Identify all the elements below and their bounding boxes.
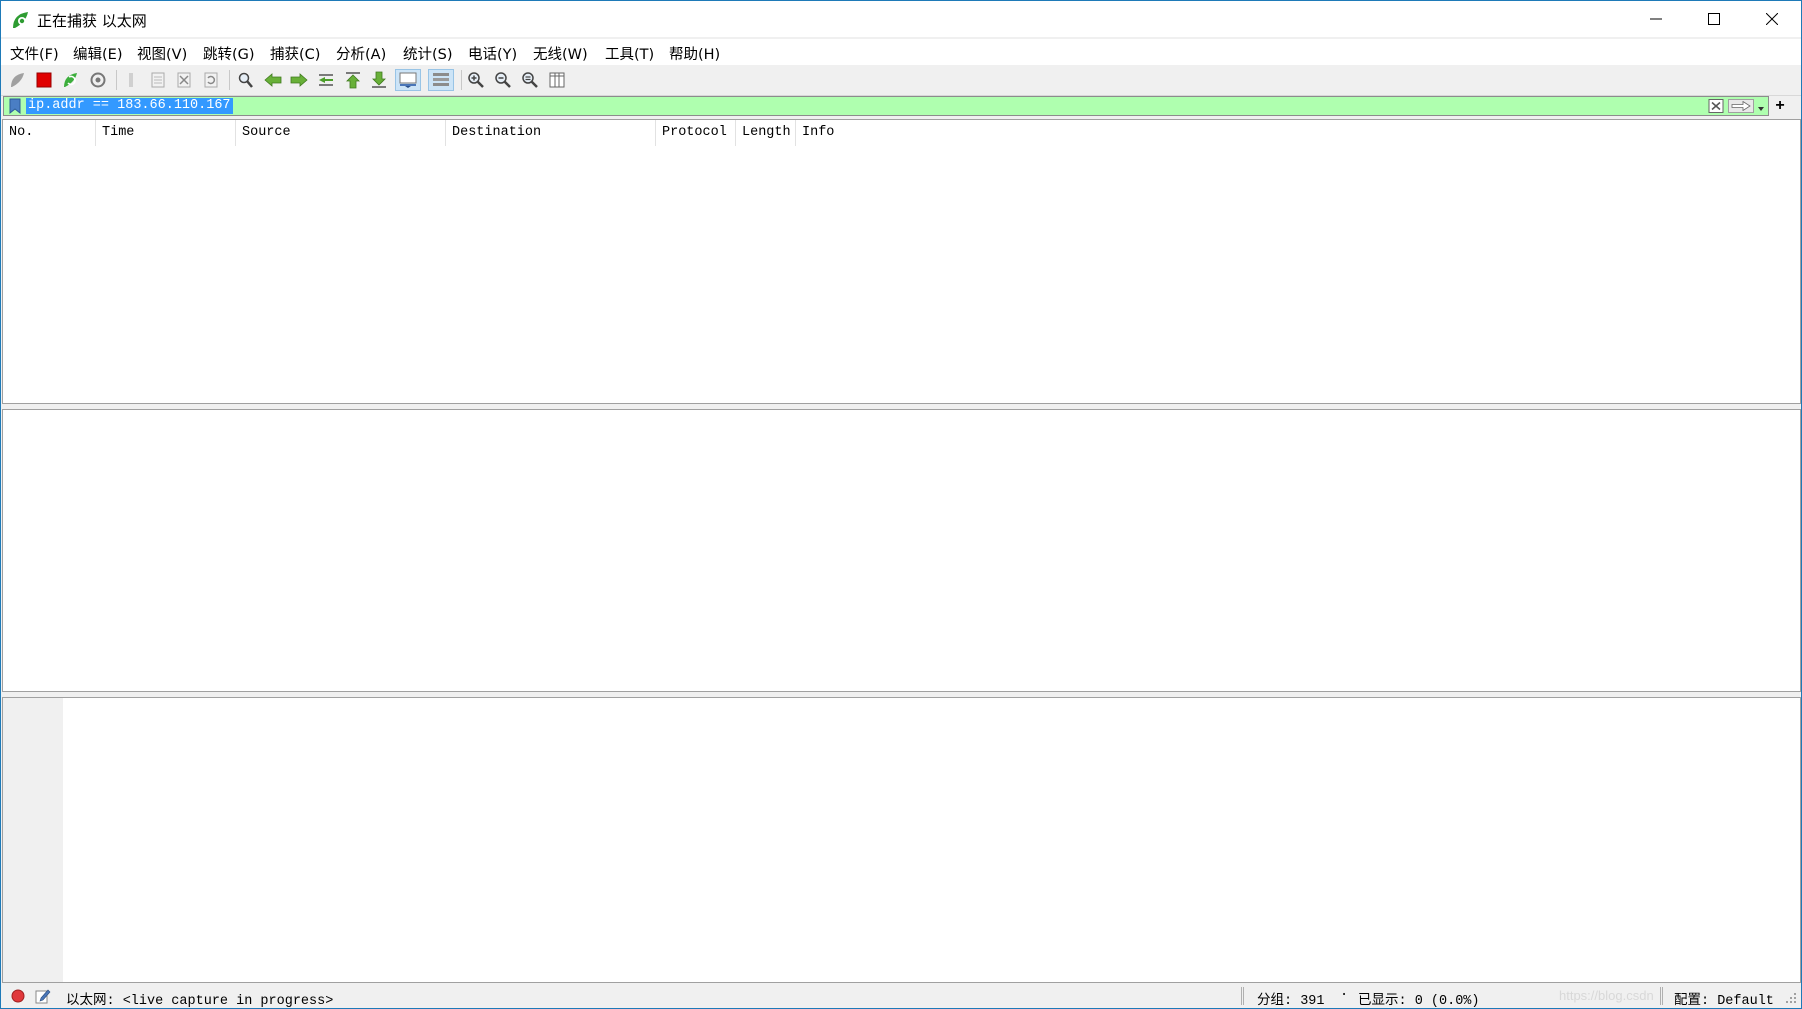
status-separator — [1241, 987, 1244, 1005]
window-title: 正在捕获 以太网 — [37, 12, 147, 30]
profile-text[interactable]: 配置: Default — [1674, 988, 1774, 1009]
menu-telephony[interactable]: 电话(Y) — [468, 43, 517, 64]
watermark-text: https://blog.csdn — [1559, 988, 1654, 1003]
packet-details-pane[interactable] — [2, 409, 1801, 692]
menu-view[interactable]: 视图(V) — [137, 43, 187, 64]
status-separator — [1660, 987, 1663, 1005]
column-header-destination[interactable]: Destination — [445, 120, 655, 146]
add-filter-button-plus-icon[interactable]: + — [1771, 96, 1789, 116]
packet-count-text: 分组: 391 — [1257, 994, 1325, 1009]
go-to-packet-icon[interactable] — [315, 69, 337, 91]
menu-capture[interactable]: 捕获(C) — [270, 43, 320, 64]
packet-bytes-pane[interactable] — [2, 697, 1801, 983]
start-capture-icon[interactable] — [7, 69, 29, 91]
column-header-time[interactable]: Time — [95, 120, 235, 146]
go-last-icon[interactable] — [368, 69, 390, 91]
resize-columns-icon[interactable] — [546, 69, 568, 91]
menu-analyze[interactable]: 分析(A) — [336, 43, 386, 64]
menu-go[interactable]: 跳转(G) — [203, 43, 255, 64]
expert-info-status-icon[interactable] — [11, 989, 25, 1008]
stop-capture-icon[interactable] — [33, 69, 55, 91]
menu-edit[interactable]: 编辑(E) — [73, 43, 122, 64]
menu-wireless[interactable]: 无线(W) — [533, 43, 588, 64]
wireshark-logo-icon — [11, 10, 31, 30]
apply-filter-arrow-icon[interactable] — [1728, 99, 1754, 113]
status-dot: · — [1340, 988, 1349, 1003]
menu-tools[interactable]: 工具(T) — [605, 43, 654, 64]
status-bar: 以太网: <live capture in progress> 分组: 391 … — [1, 984, 1801, 1009]
column-header-source[interactable]: Source — [235, 120, 445, 146]
bytes-offset-gutter — [3, 698, 63, 982]
capture-comment-edit-icon[interactable] — [35, 988, 51, 1009]
save-file-icon[interactable] — [147, 69, 169, 91]
main-toolbar — [1, 65, 1801, 96]
close-button[interactable] — [1743, 1, 1801, 37]
toolbar-separator — [116, 70, 117, 90]
column-header-protocol[interactable]: Protocol — [655, 120, 735, 146]
colorize-icon[interactable] — [428, 69, 454, 91]
capture-options-icon[interactable] — [87, 69, 109, 91]
column-header-no[interactable]: No. — [3, 120, 95, 146]
zoom-in-icon[interactable] — [465, 69, 487, 91]
column-header-length[interactable]: Length — [735, 120, 795, 146]
zoom-out-icon[interactable] — [492, 69, 514, 91]
capture-status-text: 以太网: <live capture in progress> — [66, 994, 334, 1009]
go-back-icon[interactable] — [262, 69, 284, 91]
filter-history-chevron-down-icon[interactable] — [1756, 101, 1766, 111]
column-header-info[interactable]: Info — [795, 120, 995, 146]
resize-grip-icon[interactable] — [1785, 992, 1797, 1009]
toolbar-separator — [461, 70, 462, 90]
wireshark-window: 正在捕获 以太网 文件(F) 编辑(E) 视图(V) 跳转(G) 捕获(C) 分… — [0, 0, 1802, 1009]
filter-bookmark-icon[interactable] — [8, 98, 22, 115]
display-filter-input[interactable]: ip.addr == 183.66.110.167 — [26, 98, 233, 114]
clear-filter-icon[interactable] — [1708, 99, 1724, 113]
find-packet-icon[interactable] — [235, 69, 257, 91]
display-filter-bar: ip.addr == 183.66.110.167 — [3, 96, 1769, 116]
menu-bar: 文件(F) 编辑(E) 视图(V) 跳转(G) 捕获(C) 分析(A) 统计(S… — [1, 39, 1801, 65]
normal-size-icon[interactable] — [519, 69, 541, 91]
packet-list-pane[interactable]: No. Time Source Destination Protocol Len… — [2, 119, 1801, 404]
go-first-icon[interactable] — [342, 69, 364, 91]
minimize-button[interactable] — [1627, 1, 1685, 37]
toolbar-separator — [229, 70, 230, 90]
restart-capture-icon[interactable] — [60, 69, 82, 91]
title-bar[interactable]: 正在捕获 以太网 — [1, 1, 1801, 37]
menu-statistics[interactable]: 统计(S) — [403, 43, 453, 64]
menu-file[interactable]: 文件(F) — [10, 43, 59, 64]
open-file-icon[interactable] — [120, 69, 142, 91]
autoscroll-icon[interactable] — [395, 69, 421, 91]
maximize-button[interactable] — [1685, 1, 1743, 37]
reload-file-icon[interactable] — [200, 69, 222, 91]
close-file-icon[interactable] — [173, 69, 195, 91]
go-forward-icon[interactable] — [288, 69, 310, 91]
menu-help[interactable]: 帮助(H) — [669, 43, 720, 64]
displayed-count-text: 已显示: 0 (0.0%) — [1358, 994, 1480, 1009]
